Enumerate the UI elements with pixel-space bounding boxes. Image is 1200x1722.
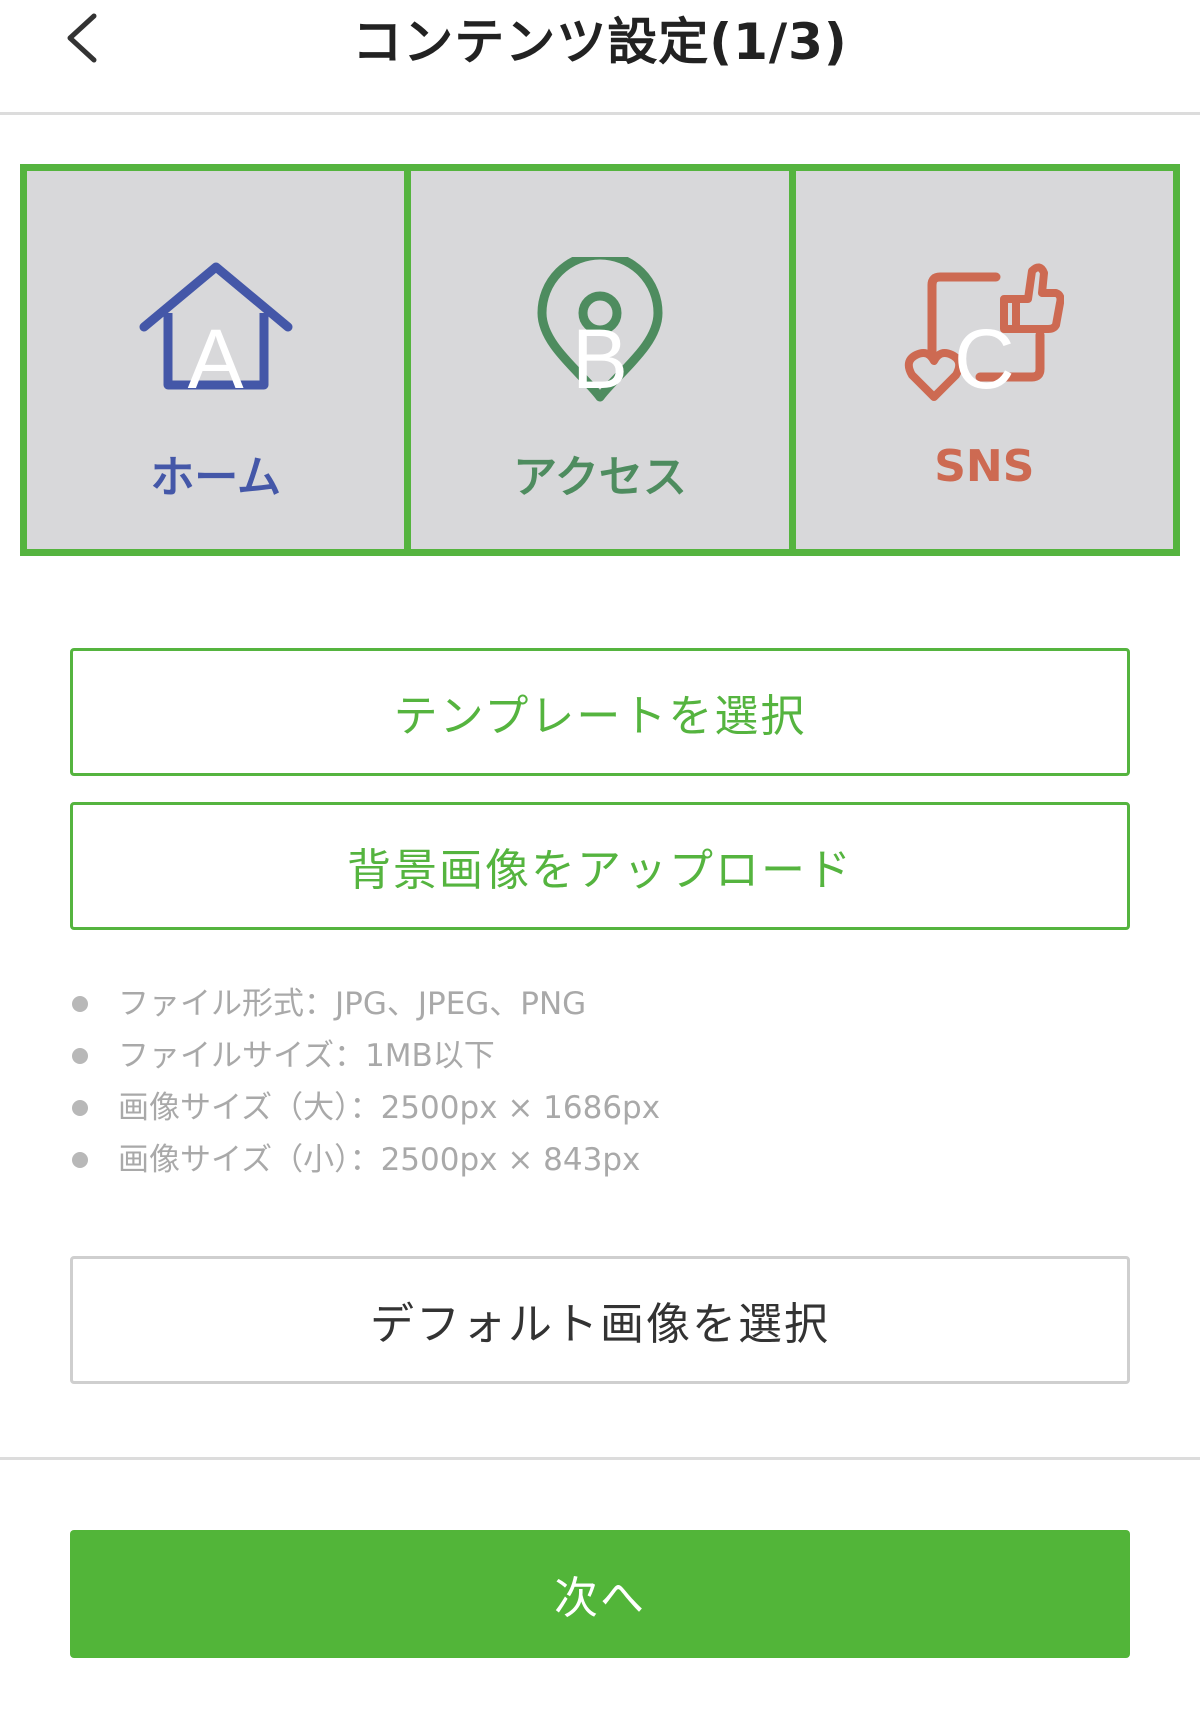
list-item: 画像サイズ（大）：2500px × 1686px	[70, 1082, 1130, 1134]
file-requirements-list: ファイル形式：JPG、JPEG、PNG ファイルサイズ：1MB以下 画像サイズ（…	[70, 978, 1130, 1186]
note-text: ファイルサイズ：1MB以下	[118, 1038, 495, 1074]
bullet-icon	[72, 1100, 88, 1116]
select-template-button[interactable]: テンプレートを選択	[70, 648, 1130, 776]
tile-label-sns: SNS	[934, 441, 1035, 492]
tile-label-access: アクセス	[513, 452, 687, 503]
bullet-icon	[72, 996, 88, 1012]
tile-label-home: ホーム	[150, 452, 281, 503]
tile-letter: B	[571, 312, 628, 406]
bullet-icon	[72, 1152, 88, 1168]
select-default-image-button[interactable]: デフォルト画像を選択	[70, 1256, 1130, 1384]
tile-access[interactable]: B アクセス	[411, 171, 789, 549]
tile-letter: C	[953, 312, 1015, 406]
header: コンテンツ設定(1/3)	[0, 0, 1200, 115]
note-text: ファイル形式：JPG、JPEG、PNG	[118, 986, 587, 1022]
upload-background-button[interactable]: 背景画像をアップロード	[70, 802, 1130, 930]
content-tile-grid: A ホーム B アクセス C SNS	[20, 164, 1180, 556]
page-title: コンテンツ設定(1/3)	[352, 13, 848, 71]
tile-letter: A	[187, 312, 244, 406]
list-item: 画像サイズ（小）：2500px × 843px	[70, 1134, 1130, 1186]
footer-divider	[0, 1457, 1200, 1460]
note-text: 画像サイズ（大）：2500px × 1686px	[118, 1090, 661, 1126]
tile-sns[interactable]: C SNS	[795, 171, 1173, 549]
bullet-icon	[72, 1048, 88, 1064]
note-text: 画像サイズ（小）：2500px × 843px	[118, 1142, 641, 1178]
tile-home[interactable]: A ホーム	[27, 171, 405, 549]
list-item: ファイルサイズ：1MB以下	[70, 1030, 1130, 1082]
next-button[interactable]: 次へ	[70, 1530, 1130, 1658]
list-item: ファイル形式：JPG、JPEG、PNG	[70, 978, 1130, 1030]
